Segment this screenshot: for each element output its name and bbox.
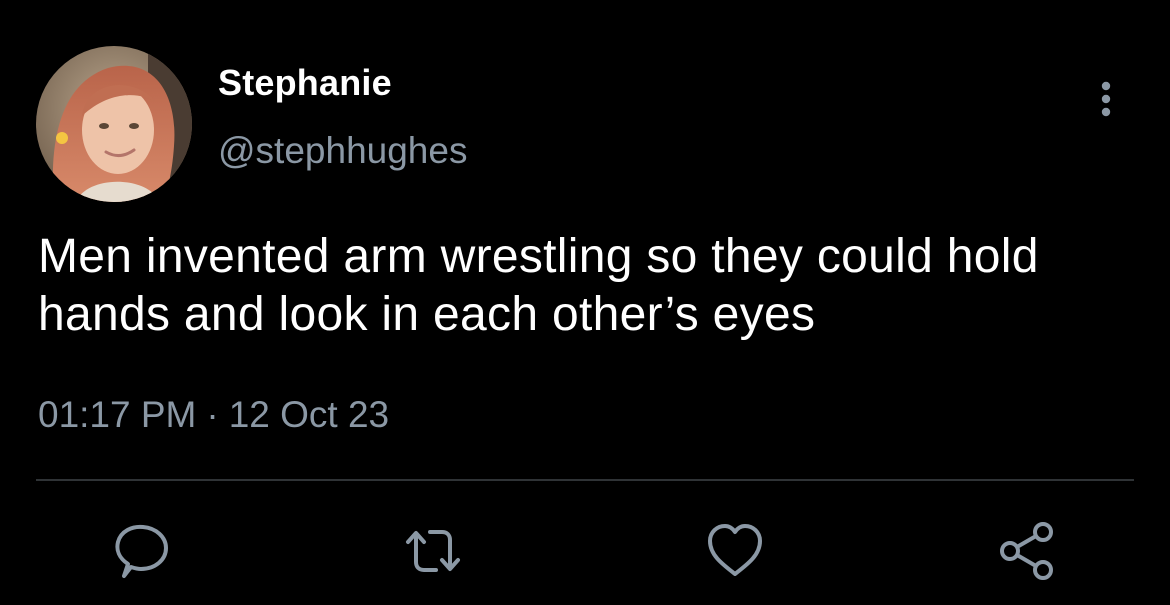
more-vertical-icon — [1101, 81, 1111, 117]
display-name[interactable]: Stephanie — [218, 62, 392, 104]
avatar-image — [36, 46, 192, 202]
like-button[interactable] — [704, 520, 766, 582]
divider — [36, 479, 1134, 481]
reply-button[interactable] — [110, 520, 172, 582]
tweet-time[interactable]: 01:17 PM — [38, 394, 196, 435]
tweet-date[interactable]: 12 Oct 23 — [229, 394, 389, 435]
heart-icon — [708, 524, 762, 576]
tweet-card: Stephanie @stephhughes Men invented arm … — [0, 0, 1170, 605]
share-icon — [1000, 522, 1053, 580]
more-options-button[interactable] — [1090, 78, 1122, 120]
share-button[interactable] — [996, 520, 1058, 582]
tweet-text: Men invented arm wrestling so they could… — [38, 230, 1039, 341]
user-handle[interactable]: @stephhughes — [218, 130, 467, 172]
timestamp-separator: · — [206, 394, 219, 435]
avatar[interactable] — [36, 46, 192, 202]
reply-icon — [115, 524, 168, 578]
tweet-timestamp: 01:17 PM · 12 Oct 23 — [38, 394, 389, 436]
retweet-button[interactable] — [402, 520, 464, 582]
retweet-icon — [406, 530, 460, 572]
